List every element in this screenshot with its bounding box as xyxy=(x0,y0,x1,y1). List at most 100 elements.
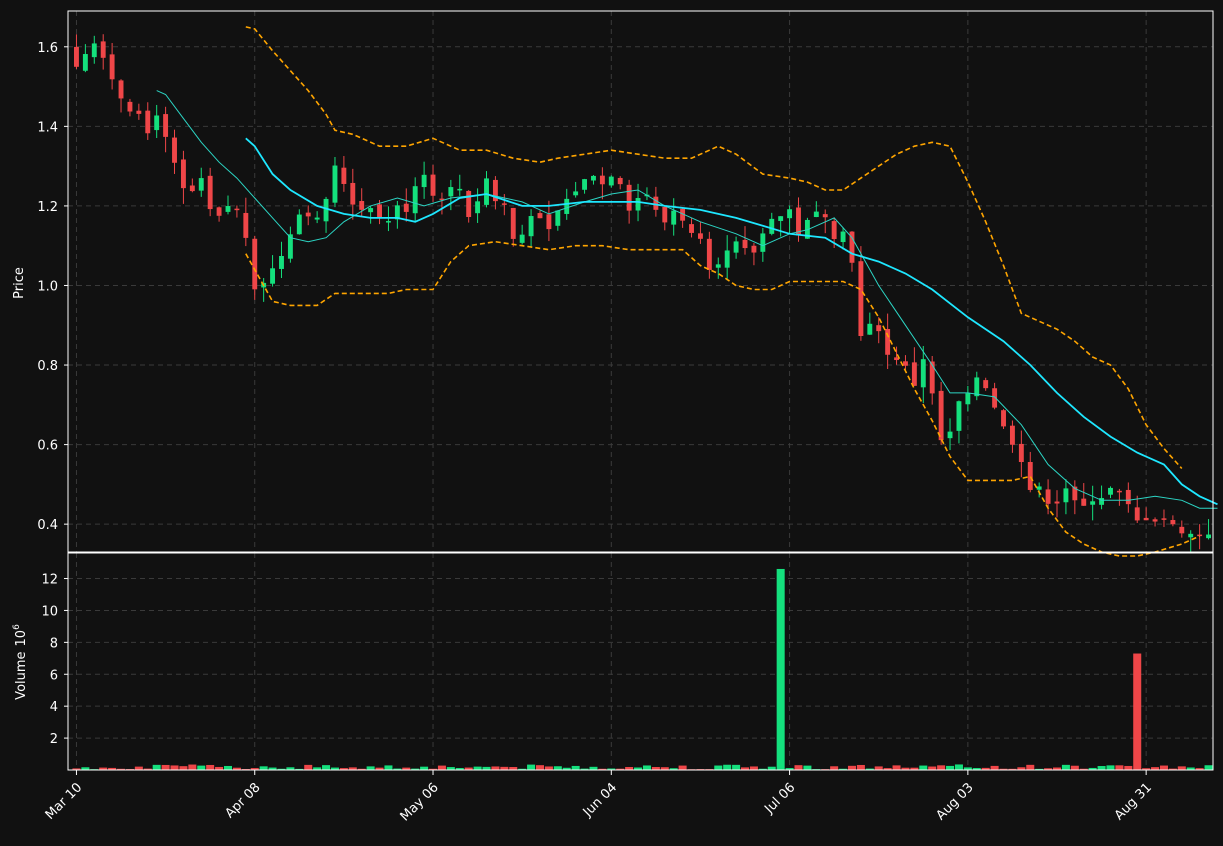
volume-axis-exponent: 6 xyxy=(12,624,22,630)
volume-bar xyxy=(723,764,732,770)
price-tick-label: 1.0 xyxy=(37,279,58,294)
volume-bar xyxy=(1177,766,1186,770)
volume-bar xyxy=(794,765,803,770)
candle-body xyxy=(858,261,864,336)
candle-body xyxy=(1206,534,1211,539)
candle-body xyxy=(742,239,748,249)
candle-body xyxy=(528,216,534,237)
volume-bar xyxy=(1070,765,1079,770)
volume-bar xyxy=(946,765,955,770)
volume-bar xyxy=(384,765,393,770)
candle-body xyxy=(484,178,489,205)
stock-chart: 0.4 0.6 0.8 1.0 1.2 1.4 1.6 2 4 6 8 10 12 Mar 10 Apr 0… xyxy=(0,0,1223,842)
candle-body xyxy=(1027,462,1033,490)
volume-bar xyxy=(1204,765,1213,770)
volume-bar xyxy=(553,766,562,770)
candle-body xyxy=(154,115,160,131)
candle-body xyxy=(911,362,917,386)
candle-body xyxy=(109,54,115,80)
candle-body xyxy=(279,256,284,269)
candle-body xyxy=(145,110,151,134)
volume-bar xyxy=(1159,765,1168,770)
volume-bar xyxy=(642,765,651,770)
candle-body xyxy=(118,80,124,99)
candle-body xyxy=(385,221,391,223)
volume-tick-label: 10 xyxy=(41,604,58,619)
volume-bar xyxy=(776,568,785,770)
candle-body xyxy=(82,54,88,71)
candle-body xyxy=(448,187,454,197)
candle-body xyxy=(546,214,552,230)
candle-body xyxy=(697,233,703,239)
candle-body xyxy=(840,231,846,243)
candle-body xyxy=(992,388,998,408)
candle-body xyxy=(787,209,793,219)
volume-bar xyxy=(206,764,215,770)
candle-body xyxy=(216,207,222,216)
volume-bar xyxy=(491,766,500,770)
candle-body xyxy=(760,233,766,252)
candle-body xyxy=(1188,533,1194,538)
volume-bar xyxy=(1061,764,1070,770)
candle-body xyxy=(1116,490,1122,493)
volume-bar xyxy=(170,765,179,770)
volume-bar xyxy=(1097,766,1106,770)
volume-bar xyxy=(937,765,946,770)
candle-body xyxy=(234,208,240,211)
volume-bar xyxy=(223,765,233,770)
volume-bar xyxy=(571,765,580,770)
candle-body xyxy=(662,206,668,223)
volume-bar xyxy=(847,765,856,770)
candle-body xyxy=(715,264,721,268)
volume-bar xyxy=(732,764,741,770)
volume-bar xyxy=(527,764,536,770)
volume-bar xyxy=(803,765,812,770)
volume-bar xyxy=(1133,653,1142,770)
candle-body xyxy=(671,210,677,225)
candle-body xyxy=(689,224,694,233)
candle-body xyxy=(867,323,873,335)
candle-body xyxy=(1152,519,1158,522)
candle-body xyxy=(573,191,579,196)
price-tick-label: 1.6 xyxy=(37,41,58,56)
candle-body xyxy=(198,178,204,191)
volume-bar xyxy=(259,766,268,770)
candle-body xyxy=(510,207,516,239)
chart-canvas: 0.40.60.81.01.21.41.624681012Mar 10 Apr 0… xyxy=(0,0,1223,842)
candle-body xyxy=(457,188,463,191)
candle-body xyxy=(1125,489,1131,505)
candle-body xyxy=(466,190,472,217)
candle-body xyxy=(323,198,329,222)
candle-body xyxy=(314,217,320,220)
candle-body xyxy=(368,208,374,213)
candle-body xyxy=(974,377,980,397)
candle-body xyxy=(1054,501,1060,504)
volume-bar xyxy=(954,764,963,770)
candle-body xyxy=(519,234,525,243)
candle-body xyxy=(412,186,418,214)
candle-body xyxy=(1179,526,1185,534)
candle-body xyxy=(1134,507,1140,521)
candle-body xyxy=(929,361,935,394)
candle-body xyxy=(947,431,953,439)
volume-bar xyxy=(544,766,553,770)
volume-bar xyxy=(830,766,839,770)
volume-bar xyxy=(1124,765,1133,770)
candle-body xyxy=(751,245,757,253)
candle-body xyxy=(769,218,775,234)
candle-body xyxy=(653,196,659,210)
volume-bar xyxy=(856,764,865,770)
price-tick-label: 0.4 xyxy=(37,518,58,533)
price-tick-label: 1.4 xyxy=(37,120,58,135)
candle-body xyxy=(207,175,213,210)
volume-axis-label: Volume106 xyxy=(12,624,29,700)
volume-bar xyxy=(874,766,883,770)
volume-tick-label: 12 xyxy=(41,573,58,588)
volume-bar xyxy=(1026,764,1035,770)
candle-body xyxy=(225,206,231,212)
candle-body xyxy=(1197,534,1203,537)
volume-bar xyxy=(990,765,999,770)
candle-body xyxy=(91,43,97,58)
volume-bar xyxy=(179,766,188,770)
volume-bar xyxy=(161,764,170,770)
